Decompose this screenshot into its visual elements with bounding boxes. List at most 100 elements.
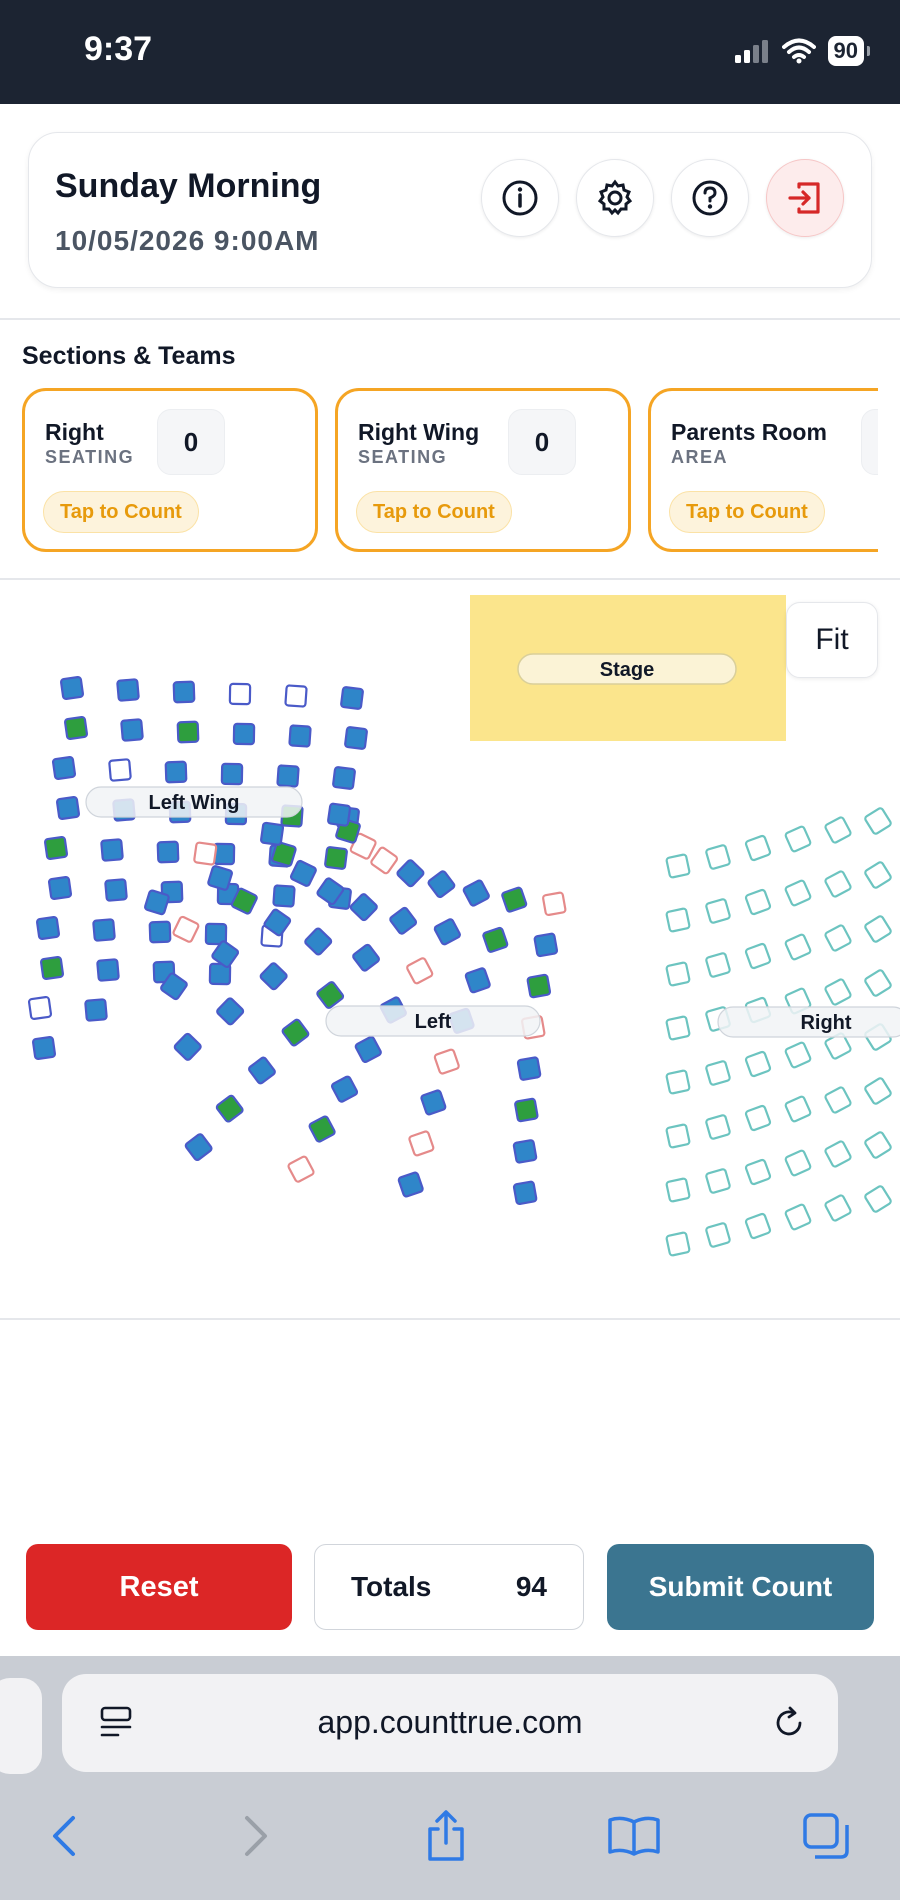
seat[interactable] — [864, 969, 892, 997]
seat[interactable] — [864, 1131, 892, 1159]
seat[interactable] — [665, 1231, 691, 1257]
help-button[interactable] — [671, 159, 749, 237]
seat[interactable] — [327, 802, 352, 827]
seat[interactable] — [284, 684, 308, 708]
seat[interactable] — [172, 915, 200, 943]
seat[interactable] — [276, 764, 300, 788]
seat[interactable] — [288, 724, 312, 748]
seat[interactable] — [248, 1056, 276, 1085]
seat[interactable] — [354, 1035, 382, 1064]
seat[interactable] — [482, 926, 509, 953]
seat[interactable] — [824, 1194, 852, 1222]
seat[interactable] — [193, 841, 218, 866]
seat[interactable] — [144, 889, 170, 916]
seat[interactable] — [824, 978, 852, 1006]
seat[interactable] — [533, 932, 559, 958]
seat[interactable] — [542, 891, 567, 917]
seat[interactable] — [514, 1097, 539, 1123]
seat[interactable] — [39, 955, 65, 981]
seat[interactable] — [665, 1069, 691, 1095]
seat[interactable] — [665, 1015, 691, 1041]
seat[interactable] — [232, 722, 256, 746]
seat[interactable] — [433, 918, 461, 946]
seat[interactable] — [784, 879, 812, 907]
seat[interactable] — [705, 952, 731, 978]
tap-to-count-button[interactable]: Tap to Count — [43, 491, 199, 533]
seat[interactable] — [824, 1140, 852, 1168]
previous-tab-peek[interactable] — [0, 1678, 42, 1774]
seat[interactable] — [260, 821, 285, 846]
seat[interactable] — [35, 915, 61, 941]
seat[interactable] — [516, 1056, 542, 1081]
seat[interactable] — [215, 1094, 244, 1123]
seat[interactable] — [184, 1133, 213, 1162]
seat[interactable] — [824, 870, 852, 898]
seat[interactable] — [784, 1095, 812, 1123]
seat[interactable] — [512, 1180, 538, 1206]
seat[interactable] — [287, 1155, 315, 1183]
back-button[interactable] — [34, 1806, 94, 1866]
seat-map[interactable]: Stage Left Wing Left Right Fit — [0, 580, 900, 1320]
seat[interactable] — [370, 846, 399, 875]
seat[interactable] — [784, 1041, 812, 1069]
seat[interactable] — [332, 766, 356, 790]
seat[interactable] — [864, 1185, 892, 1213]
seat[interactable] — [316, 981, 345, 1009]
seat[interactable] — [164, 760, 188, 784]
seat[interactable] — [308, 1115, 336, 1143]
seat[interactable] — [100, 838, 124, 862]
seat[interactable] — [705, 1114, 731, 1140]
seat[interactable] — [744, 1158, 772, 1186]
seat[interactable] — [176, 720, 200, 744]
seat[interactable] — [289, 859, 317, 887]
seat[interactable] — [526, 973, 552, 999]
seat[interactable] — [705, 844, 731, 870]
seat[interactable] — [665, 907, 691, 933]
share-button[interactable] — [416, 1806, 476, 1866]
seat[interactable] — [665, 1177, 691, 1203]
seat[interactable] — [281, 1018, 310, 1047]
seat[interactable] — [705, 1168, 731, 1194]
seat[interactable] — [705, 1060, 731, 1086]
seat[interactable] — [116, 678, 140, 702]
seat[interactable] — [501, 886, 528, 913]
seat[interactable] — [784, 933, 812, 961]
seat[interactable] — [744, 888, 772, 916]
seat[interactable] — [389, 906, 418, 935]
seat[interactable] — [108, 758, 132, 782]
forward-button[interactable] — [226, 1806, 286, 1866]
seat[interactable] — [259, 962, 288, 991]
seat[interactable] — [104, 878, 128, 902]
tabs-button[interactable] — [796, 1806, 856, 1866]
seat[interactable] — [304, 927, 333, 956]
seat[interactable] — [27, 995, 53, 1021]
seat[interactable] — [63, 715, 89, 741]
seat[interactable] — [665, 961, 691, 987]
settings-button[interactable] — [576, 159, 654, 237]
section-card-right[interactable]: Right SEATING 0 Tap to Count — [22, 388, 318, 552]
seat[interactable] — [396, 859, 425, 888]
seat[interactable] — [864, 915, 892, 943]
seat[interactable] — [55, 795, 81, 821]
seat[interactable] — [705, 1222, 731, 1248]
sections-carousel[interactable]: Right SEATING 0 Tap to Count Right Wing … — [0, 388, 878, 554]
seat-map-canvas[interactable]: Stage Left Wing Left Right — [0, 580, 900, 1320]
bookmarks-button[interactable] — [604, 1806, 664, 1866]
seat[interactable] — [216, 997, 245, 1026]
seat[interactable] — [665, 853, 691, 879]
seat[interactable] — [324, 846, 348, 870]
seat[interactable] — [824, 816, 852, 844]
info-button[interactable] — [481, 159, 559, 237]
seat[interactable] — [31, 1035, 57, 1061]
seat[interactable] — [352, 943, 380, 972]
seat[interactable] — [433, 1048, 460, 1075]
seat[interactable] — [120, 718, 144, 742]
submit-count-button[interactable]: Submit Count — [607, 1544, 874, 1630]
seat[interactable] — [156, 840, 180, 864]
seat[interactable] — [705, 898, 731, 924]
seat[interactable] — [96, 958, 120, 982]
seat[interactable] — [744, 834, 772, 862]
seat[interactable] — [349, 893, 378, 922]
seat[interactable] — [172, 680, 196, 704]
seat[interactable] — [462, 879, 490, 907]
